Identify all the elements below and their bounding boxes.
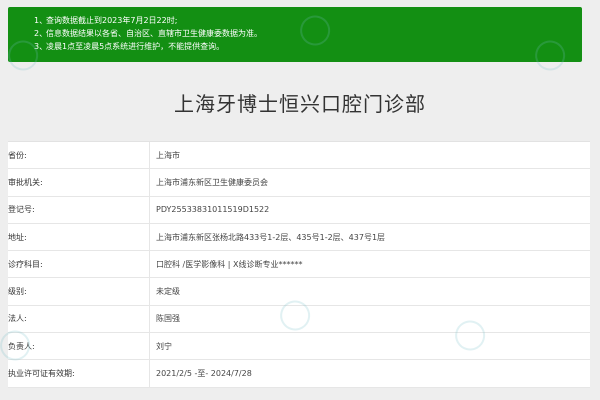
row-value: 刘宁	[156, 341, 172, 351]
row-value: 上海市	[156, 150, 180, 160]
notice-line-3: 3、凌晨1点至凌晨5点系统进行维护，不能提供查询。	[34, 40, 582, 53]
row-label: 省份:	[8, 142, 150, 169]
notice-line-number: 3、	[34, 42, 48, 51]
row-value: 2021/2/5 -至- 2024/7/28	[156, 369, 252, 379]
row-label: 执业许可证有效期:	[8, 360, 150, 387]
info-table: 省份: 上海市 审批机关: 上海市浦东新区卫生健康委员会 登记号: PDY255…	[8, 141, 590, 388]
row-label: 负责人:	[8, 333, 150, 360]
notice-line-number: 1、	[34, 16, 48, 25]
notice-line-text: 凌晨1点至凌晨5点系统进行维护，不能提供查询。	[46, 42, 225, 51]
row-label: 诊疗科目:	[8, 251, 150, 278]
page: 1、查询数据截止到2023年7月2日22时; 2、信息数据结果以各省、自治区、直…	[0, 0, 600, 400]
row-value: 未定级	[156, 287, 180, 297]
page-title: 上海牙博士恒兴口腔门诊部	[174, 92, 426, 116]
row-label: 审批机关:	[8, 169, 150, 196]
row-value: 上海市浦东新区卫生健康委员会	[156, 177, 268, 187]
table-row: 登记号: PDY25533831011519D1522	[8, 196, 590, 224]
table-row: 负责人: 刘宁	[8, 333, 590, 361]
table-row: 诊疗科目: 口腔科 /医学影像科 | X线诊断专业******	[8, 251, 590, 279]
table-row: 级别: 未定级	[8, 278, 590, 306]
row-label: 登记号:	[8, 196, 150, 223]
notice-line-1: 1、查询数据截止到2023年7月2日22时;	[34, 14, 582, 27]
row-value: 上海市浦东新区张杨北路433号1-2层、435号1-2层、437号1层	[156, 232, 386, 242]
row-value: 陈国强	[156, 314, 180, 324]
table-row: 审批机关: 上海市浦东新区卫生健康委员会	[8, 169, 590, 197]
table-row: 省份: 上海市	[8, 142, 590, 170]
notice-line-2: 2、信息数据结果以各省、自治区、直辖市卫生健康委数据为准。	[34, 27, 582, 40]
row-value: 口腔科 /医学影像科 | X线诊断专业******	[156, 259, 303, 269]
row-label: 法人:	[8, 305, 150, 333]
row-label: 级别:	[8, 278, 150, 305]
notice-line-text: 查询数据截止到2023年7月2日22时;	[46, 16, 178, 25]
row-value: PDY25533831011519D1522	[156, 205, 270, 215]
table-row: 法人: 陈国强	[8, 305, 590, 334]
table-row: 执业许可证有效期: 2021/2/5 -至- 2024/7/28	[8, 360, 590, 388]
notice-line-number: 2、	[34, 29, 48, 38]
table-row: 地址: 上海市浦东新区张杨北路433号1-2层、435号1-2层、437号1层	[8, 223, 590, 252]
notice-line-text: 信息数据结果以各省、自治区、直辖市卫生健康委数据为准。	[46, 29, 262, 38]
notice-banner: 1、查询数据截止到2023年7月2日22时; 2、信息数据结果以各省、自治区、直…	[8, 7, 582, 62]
row-label: 地址:	[8, 223, 150, 251]
